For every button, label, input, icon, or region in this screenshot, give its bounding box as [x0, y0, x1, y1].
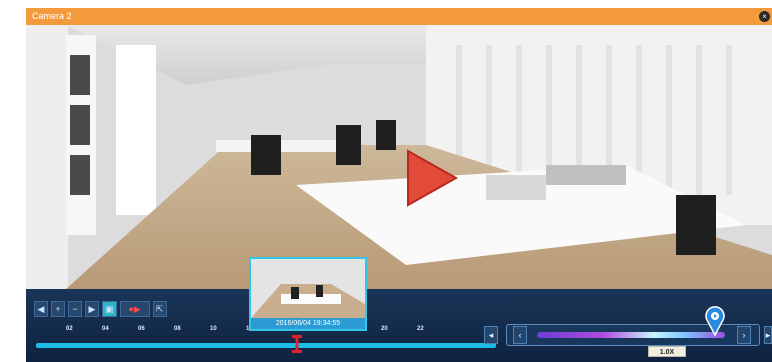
timeline-cursor-handle[interactable] — [292, 335, 302, 353]
speed-slider-knob[interactable] — [705, 306, 725, 336]
thumbnail-timestamp: 2016/06/04 19:34:55 — [251, 318, 365, 329]
record-button[interactable]: ●▶ — [119, 301, 150, 317]
speed-slider-track[interactable] — [537, 306, 725, 338]
speed-down-button[interactable]: ‹ — [513, 326, 527, 344]
office-scene-image — [26, 25, 772, 289]
tick-label: 20 — [381, 326, 388, 332]
speed-expand-button[interactable]: ▸ — [764, 326, 772, 344]
speed-collapse-button[interactable]: ◂ — [484, 326, 498, 344]
camera-video-feed[interactable] — [26, 25, 772, 289]
zoom-out-button[interactable]: − — [68, 301, 82, 317]
snapshot-button[interactable]: ▣ — [102, 301, 117, 317]
close-icon[interactable]: × — [759, 11, 770, 22]
speed-value-label: 1.0X — [648, 346, 686, 357]
zoom-in-button[interactable]: + — [51, 301, 65, 317]
speed-panel: ‹ › — [506, 306, 760, 346]
timeline-track[interactable] — [36, 343, 496, 348]
playback-toolbar: ◀ + − ▶ ▣ ●▶ ⇱ — [34, 301, 167, 317]
tick-label: 06 — [138, 326, 145, 332]
next-button[interactable]: ▶ — [85, 301, 99, 317]
tick-label: 08 — [174, 326, 181, 332]
tick-label: 10 — [210, 326, 217, 332]
tick-label: 04 — [102, 326, 109, 332]
tick-label: 22 — [417, 326, 424, 332]
speed-up-button[interactable]: › — [737, 326, 751, 344]
export-button[interactable]: ⇱ — [152, 301, 167, 317]
window-title: Camera 2 — [32, 11, 72, 21]
play-icon[interactable] — [404, 147, 460, 209]
preview-image — [251, 259, 365, 318]
playback-control-panel: ◀ + − ▶ ▣ ●▶ ⇱ 02 04 06 08 10 12 20 22 2… — [26, 257, 772, 362]
prev-button[interactable]: ◀ — [34, 301, 48, 317]
window-titlebar: Camera 2 × — [26, 8, 772, 25]
timeline-preview-thumbnail: 2016/06/04 19:34:55 — [249, 257, 367, 331]
playback-speed-control: ◂ ‹ › 1.0X ▸ — [484, 306, 772, 357]
tick-label: 02 — [66, 326, 73, 332]
